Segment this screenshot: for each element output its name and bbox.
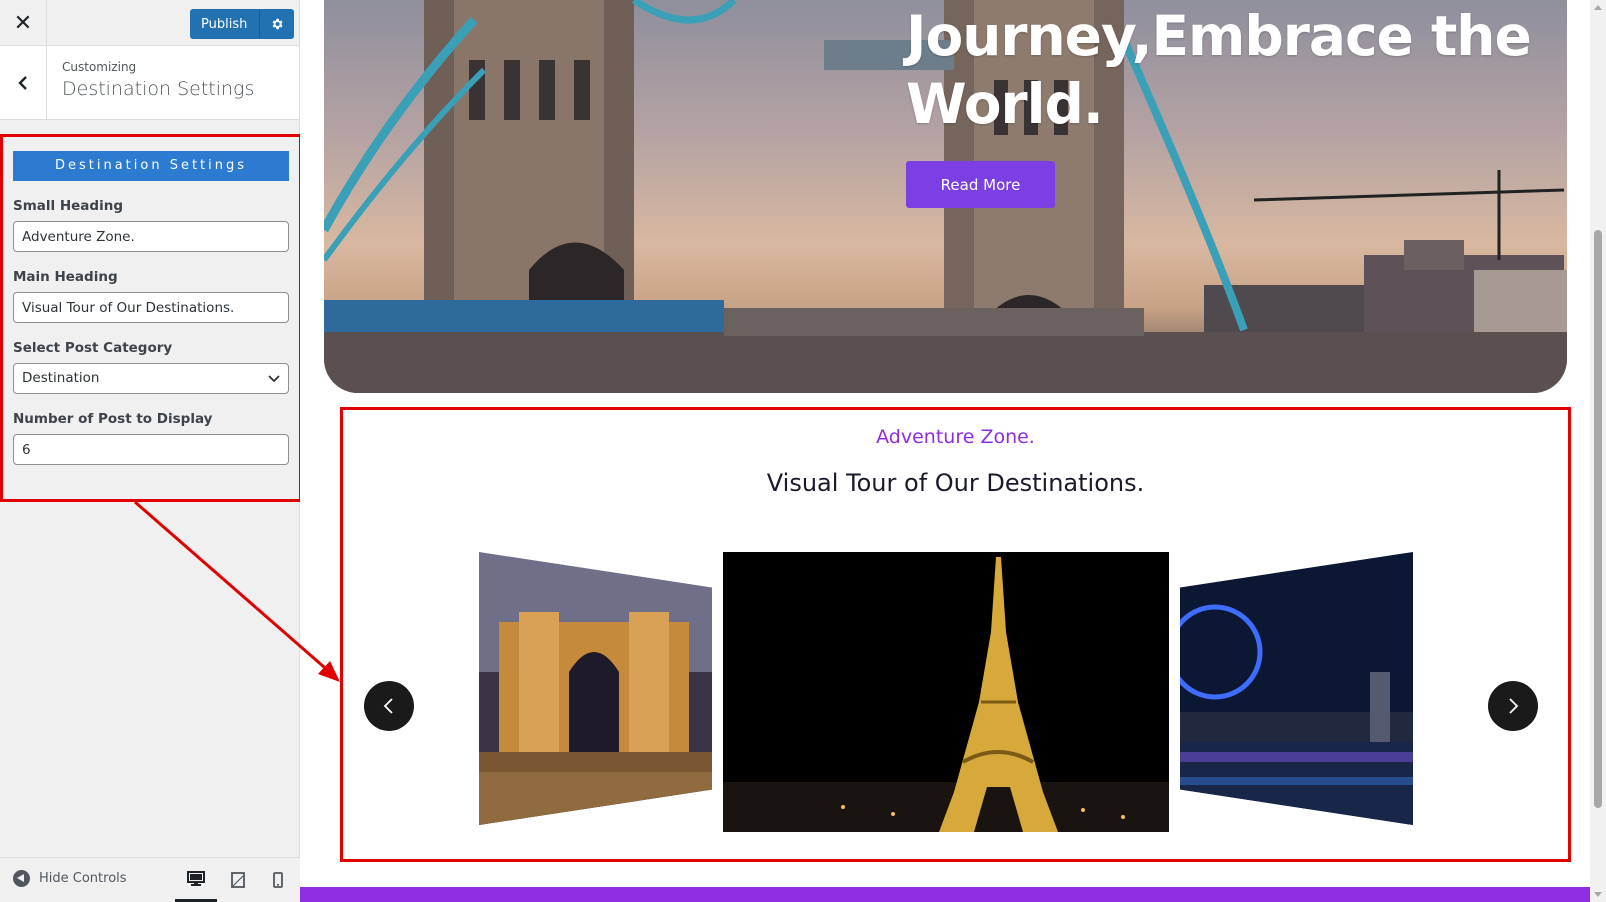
preview-mobile-button[interactable]: [257, 858, 299, 902]
hide-controls-label: Hide Controls: [39, 871, 127, 886]
hide-controls-button[interactable]: Hide Controls: [13, 870, 127, 887]
scroll-down-arrow[interactable]: [1594, 892, 1602, 897]
customizer-footer: Hide Controls: [0, 857, 300, 902]
preview-scrollbar[interactable]: [1590, 0, 1606, 902]
carousel-next-button[interactable]: [1488, 681, 1538, 731]
publish-group: Publish: [190, 9, 295, 39]
breadcrumb: Customizing: [62, 60, 137, 74]
destination-controls-panel: Destination Settings Small Heading Main …: [0, 134, 302, 502]
gear-icon: [272, 18, 283, 30]
atlantis-image: [479, 552, 712, 825]
main-heading-input[interactable]: [13, 292, 289, 323]
post-count-label: Number of Post to Display: [13, 411, 213, 427]
customizer-header: ✕ Publish: [0, 0, 299, 46]
close-icon: ✕: [13, 10, 33, 36]
carousel-prev-button[interactable]: [364, 681, 414, 731]
post-category-value: Destination: [13, 363, 289, 394]
eiffel-tower-image: [723, 552, 1169, 832]
small-heading-input[interactable]: [13, 221, 289, 252]
section-header: Customizing Destination Settings: [0, 46, 299, 120]
publish-button[interactable]: Publish: [190, 9, 261, 39]
footer-band: [300, 887, 1590, 902]
small-heading-label: Small Heading: [13, 198, 123, 214]
close-customizer-button[interactable]: ✕: [0, 0, 47, 46]
chevron-left-icon: [18, 75, 27, 90]
publish-settings-button[interactable]: [260, 9, 295, 39]
site-preview: Journey,Embrace the World. Read More Adv…: [300, 0, 1606, 902]
destination-small-heading: Adventure Zone.: [876, 426, 1035, 448]
post-category-label: Select Post Category: [13, 340, 173, 356]
back-button[interactable]: [0, 46, 47, 119]
preview-tablet-button[interactable]: [217, 858, 259, 902]
read-more-button[interactable]: Read More: [906, 161, 1055, 208]
scroll-up-arrow[interactable]: [1594, 5, 1602, 10]
chevron-left-icon: [383, 698, 393, 714]
preview-desktop-button[interactable]: [175, 858, 217, 902]
mobile-icon: [273, 872, 283, 888]
main-heading-label: Main Heading: [13, 269, 118, 285]
destination-slide-atlantis[interactable]: [479, 552, 712, 825]
chevron-right-icon: [1509, 698, 1519, 714]
scrollbar-thumb[interactable]: [1594, 230, 1602, 808]
collapse-icon: [13, 870, 30, 887]
panel-heading: Destination Settings: [13, 151, 289, 181]
post-count-input[interactable]: [13, 434, 289, 465]
tablet-icon: [231, 872, 245, 888]
hero-banner: Journey,Embrace the World. Read More: [324, 0, 1567, 393]
destination-slide-eiffel[interactable]: [723, 552, 1169, 832]
london-eye-image: [1180, 552, 1413, 825]
destination-slide-london-eye[interactable]: [1180, 552, 1413, 825]
section-title: Destination Settings: [62, 78, 255, 100]
customizer-sidebar: ✕ Publish Customizing Destination Settin…: [0, 0, 302, 902]
hero-heading: Journey,Embrace the World.: [906, 4, 1532, 136]
destination-main-heading: Visual Tour of Our Destinations.: [766, 469, 1145, 497]
post-category-select[interactable]: Destination: [13, 363, 289, 394]
desktop-icon: [187, 870, 205, 886]
destination-section: Adventure Zone. Visual Tour of Our Desti…: [340, 407, 1571, 862]
